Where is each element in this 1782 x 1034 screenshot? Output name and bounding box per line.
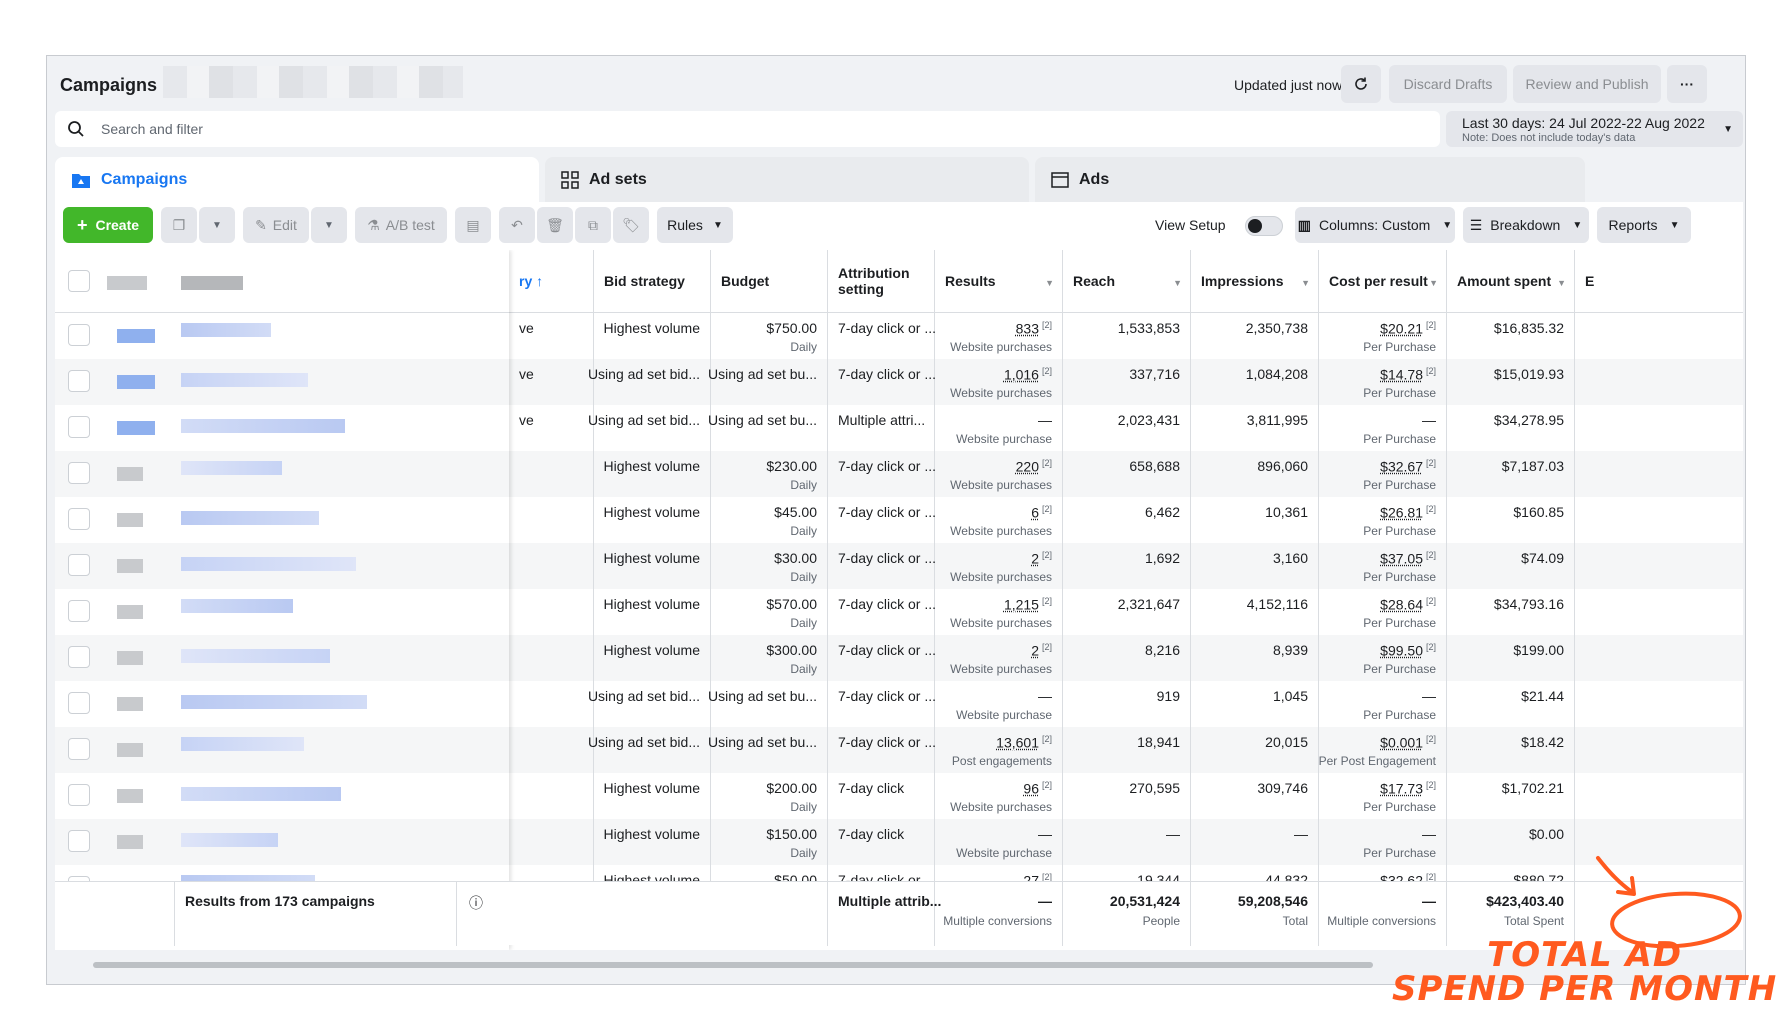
annotation-text: TOTAL AD SPEND PER MONTH [1392, 938, 1777, 1006]
annotation-overlay [1596, 856, 1742, 949]
annotation-line-2: SPEND PER MONTH [1392, 969, 1778, 1009]
annotation-line-1: TOTAL AD [1487, 935, 1683, 975]
annotation-arrow [1596, 856, 1634, 894]
